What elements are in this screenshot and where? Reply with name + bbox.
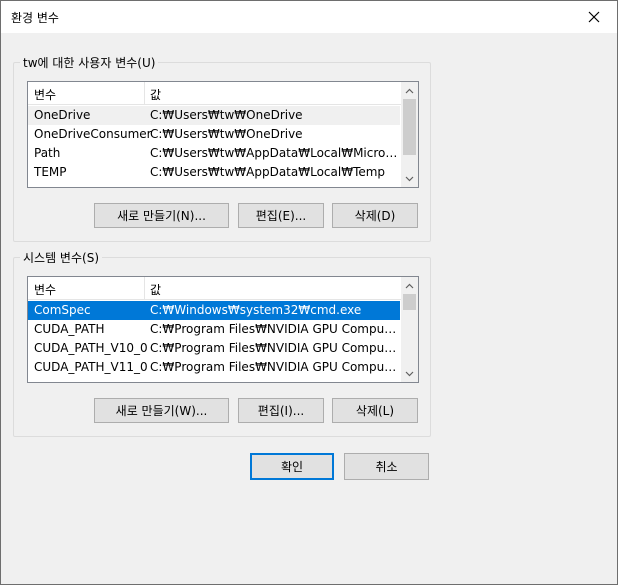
variable-value: C:₩Users₩tw₩AppData₩Local₩Microsoft₩... [150,146,400,160]
window-title: 환경 변수 [11,11,59,25]
column-divider[interactable] [144,277,145,299]
variable-name: TEMP [34,165,67,179]
list-header: 변수 값 [28,82,418,105]
variable-name: ComSpec [34,303,91,317]
table-row[interactable]: TEMP C:₩Users₩tw₩AppData₩Local₩Temp [28,163,400,182]
environment-variables-dialog: 환경 변수 tw에 대한 사용자 변수(U) 변수 값 OneDrive C:₩… [0,0,618,585]
table-row[interactable]: OneDriveConsumer C:₩Users₩tw₩OneDrive [28,125,400,144]
delete-system-variable-button[interactable]: 삭제(L) [332,398,418,423]
close-button[interactable] [571,1,617,33]
table-row-selected[interactable]: ComSpec C:₩Windows₩system32₩cmd.exe [28,301,400,320]
variable-value: C:₩Windows₩system32₩cmd.exe [150,303,362,317]
table-row[interactable]: OneDrive C:₩Users₩tw₩OneDrive [28,106,400,125]
system-variables-list[interactable]: 변수 값 ComSpec C:₩Windows₩system32₩cmd.exe… [27,276,419,383]
scrollbar-thumb[interactable] [403,99,416,155]
column-header-variable[interactable]: 변수 [34,281,56,298]
edit-user-variable-button[interactable]: 편집(E)... [238,203,324,228]
new-user-variable-button[interactable]: 새로 만들기(N)... [94,203,229,228]
variable-name: OneDrive [34,108,91,122]
user-variables-label: tw에 대한 사용자 변수(U) [20,54,159,71]
chevron-up-icon [405,283,414,288]
variable-value: C:₩Users₩tw₩AppData₩Local₩Temp [150,165,386,179]
user-variables-group: tw에 대한 사용자 변수(U) 변수 값 OneDrive C:₩Users₩… [13,54,431,242]
title-bar[interactable]: 환경 변수 [1,1,617,33]
variable-name: Path [34,146,61,160]
scroll-up-button[interactable] [401,277,418,294]
table-row[interactable]: CUDA_PATH_V11_0 C:₩Program Files₩NVIDIA … [28,358,400,377]
column-header-variable[interactable]: 변수 [34,86,56,103]
variable-name: OneDriveConsumer [34,127,152,141]
variable-name: CUDA_PATH [34,322,105,336]
variable-value: C:₩Program Files₩NVIDIA GPU Computing... [150,360,400,374]
variable-name: CUDA_PATH_V11_0 [34,360,148,374]
user-variables-list[interactable]: 변수 값 OneDrive C:₩Users₩tw₩OneDrive OneDr… [27,81,419,188]
list-header: 변수 값 [28,277,418,300]
new-system-variable-button[interactable]: 새로 만들기(W)... [94,398,229,423]
variable-value: C:₩Users₩tw₩OneDrive [150,108,303,122]
delete-user-variable-button[interactable]: 삭제(D) [332,203,418,228]
table-row[interactable]: CUDA_PATH_V10_0 C:₩Program Files₩NVIDIA … [28,339,400,358]
variable-name: CUDA_PATH_V10_0 [34,341,148,355]
system-variables-label: 시스템 변수(S) [20,249,102,266]
vertical-scrollbar[interactable] [401,277,418,382]
chevron-down-icon [405,371,414,376]
variable-value: C:₩Users₩tw₩OneDrive [150,127,303,141]
scroll-up-button[interactable] [401,82,418,99]
cancel-button[interactable]: 취소 [344,453,429,480]
chevron-down-icon [405,176,414,181]
close-icon [588,11,600,23]
scroll-down-button[interactable] [401,365,418,382]
edit-system-variable-button[interactable]: 편집(I)... [238,398,324,423]
column-divider[interactable] [144,82,145,104]
ok-button[interactable]: 확인 [250,453,334,480]
scroll-down-button[interactable] [401,170,418,187]
vertical-scrollbar[interactable] [401,82,418,187]
chevron-up-icon [405,88,414,93]
variable-value: C:₩Program Files₩NVIDIA GPU Computing... [150,341,400,355]
table-row[interactable]: Path C:₩Users₩tw₩AppData₩Local₩Microsoft… [28,144,400,163]
scrollbar-thumb[interactable] [403,294,416,310]
column-header-value[interactable]: 값 [150,86,161,103]
column-header-value[interactable]: 값 [150,281,161,298]
system-variables-group: 시스템 변수(S) 변수 값 ComSpec C:₩Windows₩system… [13,249,431,437]
variable-value: C:₩Program Files₩NVIDIA GPU Computing... [150,322,400,336]
table-row[interactable]: CUDA_PATH C:₩Program Files₩NVIDIA GPU Co… [28,320,400,339]
